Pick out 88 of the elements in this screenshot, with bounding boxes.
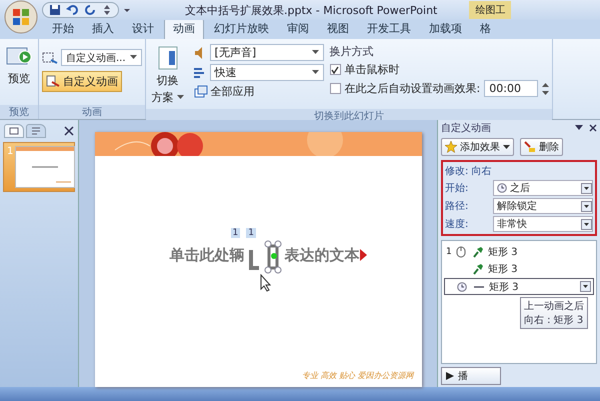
effect-item[interactable]: 1 矩形 3	[444, 244, 594, 259]
effect-dropdown[interactable]: 解除锁定	[493, 198, 593, 214]
window-title: 文本中括号扩展效果.pptx - Microsoft PowerPoint	[185, 2, 438, 18]
animation-order-tag: 1	[246, 228, 256, 238]
tooltip-text: 上一动画之后	[524, 300, 584, 313]
animation-order-tag: 1	[230, 228, 240, 238]
remove-button[interactable]: 删除	[520, 138, 563, 156]
ribbon-tab[interactable]: 格	[472, 19, 499, 39]
ribbon-tab[interactable]: 开始	[44, 19, 82, 39]
outline-icon	[31, 126, 41, 136]
clock-icon	[497, 183, 507, 193]
dropdown-button-icon	[581, 182, 592, 194]
star-icon	[445, 141, 457, 153]
dropdown-arrow-icon[interactable]	[123, 6, 131, 14]
ribbon-tab[interactable]: 幻灯片放映	[206, 19, 277, 39]
group-label: 动画	[39, 105, 145, 119]
checkmark-icon	[331, 66, 340, 74]
auto-advance-option[interactable]: 在此之后自动设置动画效果: 00:00	[330, 80, 550, 97]
slide-text[interactable]: 单击此处辆	[170, 246, 244, 264]
ribbon-tab[interactable]: 加载项	[421, 19, 470, 39]
effect-item[interactable]: 矩形 3	[444, 278, 594, 295]
checkbox[interactable]	[330, 64, 341, 75]
speed-icon	[192, 66, 207, 80]
end-arrow-icon	[360, 249, 368, 261]
effect-dropdown[interactable]: 非常快	[493, 216, 593, 232]
ribbon-tab[interactable]: 开发工具	[359, 19, 419, 39]
transition-scheme-button[interactable]: 切换 方案	[148, 41, 187, 109]
dropdown-button-icon	[581, 218, 592, 230]
pin-icon	[472, 246, 484, 258]
on-click-option[interactable]: 单击鼠标时	[330, 62, 550, 77]
ribbon-tab[interactable]: 设计	[124, 19, 162, 39]
redo-icon[interactable]	[85, 4, 97, 16]
play-icon	[446, 372, 454, 380]
remove-effect-icon	[524, 141, 536, 153]
caret-icon	[176, 95, 184, 100]
caret-icon	[312, 70, 319, 75]
sound-dropdown[interactable]: [无声音]	[210, 44, 324, 61]
custom-animation-button[interactable]: 自定义动画	[42, 71, 122, 92]
pane-title: 自定义动画	[441, 122, 492, 135]
caret-icon	[312, 50, 319, 55]
preview-button[interactable]: 预览	[3, 41, 35, 90]
pane-menu-icon[interactable]	[575, 125, 583, 131]
effect-item[interactable]: 矩形 3	[444, 261, 594, 276]
field-label: 开始:	[445, 182, 470, 195]
effect-dropdown[interactable]: 之后	[493, 180, 593, 196]
slide-icon	[9, 126, 19, 136]
speed-dropdown[interactable]: 快速	[210, 64, 324, 81]
play-button[interactable]: 播	[441, 367, 501, 385]
ribbon-tab[interactable]: 视图	[319, 19, 357, 39]
effect-order: 1	[446, 246, 452, 256]
slides-tab[interactable]	[4, 124, 24, 138]
animation-dropdown[interactable]: 自定义动画...	[61, 49, 142, 66]
dropdown-button-icon	[580, 281, 591, 292]
ribbon-tab[interactable]: 插入	[84, 19, 122, 39]
pin-icon	[472, 262, 484, 274]
mouse-icon	[456, 246, 466, 258]
outline-tab[interactable]	[26, 124, 46, 138]
slide-thumbnail-drawing	[16, 147, 74, 187]
caret-icon	[130, 55, 137, 60]
undo-icon[interactable]	[66, 4, 80, 16]
close-icon[interactable]	[64, 126, 74, 136]
animation-icon	[42, 50, 58, 64]
spinner-icon[interactable]	[542, 82, 550, 94]
section-label: 换片方式	[330, 44, 375, 59]
slide-text[interactable]: 表达的文本	[284, 246, 360, 264]
clock-icon	[457, 282, 467, 292]
add-effect-button[interactable]: 添加效果	[441, 138, 514, 156]
time-field[interactable]: 00:00	[484, 80, 538, 97]
group-label: 预览	[0, 105, 38, 119]
sort-icon[interactable]	[102, 4, 112, 16]
slide-footer-text: 专业 高效 贴心 爱因办公资源网	[302, 370, 414, 381]
mouse-pointer-icon	[260, 274, 272, 292]
apply-all-icon	[194, 84, 208, 98]
slide-icon	[156, 45, 179, 71]
tooltip-text: 向右 : 矩形 3	[524, 314, 584, 327]
animation-pane-icon	[46, 74, 60, 88]
checkbox[interactable]	[330, 83, 341, 94]
ribbon-tab[interactable]: 审阅	[279, 19, 317, 39]
field-label: 速度:	[445, 218, 470, 231]
modify-label: 修改: 向右	[445, 165, 493, 178]
ribbon-tab[interactable]: 动画	[164, 18, 204, 39]
apply-all-button[interactable]: 全部应用	[192, 84, 324, 99]
dropdown-button-icon	[581, 200, 592, 212]
field-label: 路径:	[445, 200, 470, 213]
caret-icon	[503, 144, 510, 150]
save-icon[interactable]	[49, 4, 61, 16]
contextual-tab-title: 绘图工	[469, 1, 512, 19]
close-icon[interactable]	[589, 124, 597, 132]
